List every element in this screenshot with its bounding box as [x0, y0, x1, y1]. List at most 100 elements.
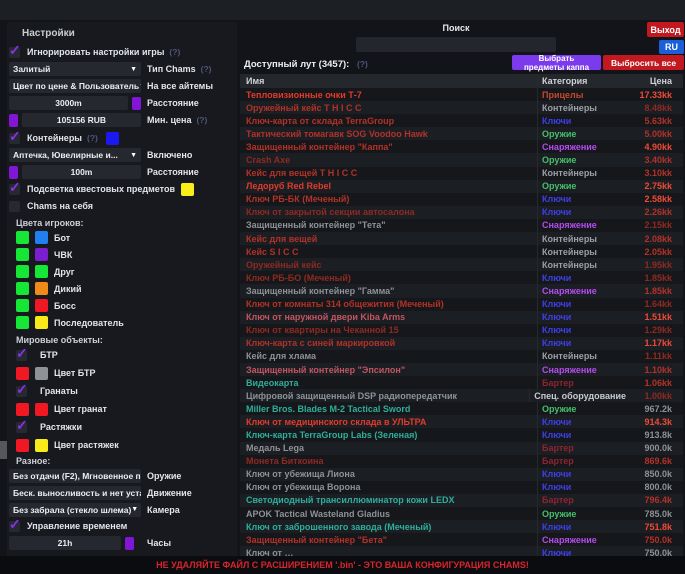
- loot-row[interactable]: Ледоруб Red RebelОружие2.75kk: [240, 180, 683, 193]
- loot-row[interactable]: Светодиодный трансиллюминатор кожи LEDXБ…: [240, 494, 683, 507]
- apply-mode-dropdown[interactable]: Цвет по цене & Пользователь▼: [9, 79, 141, 93]
- visible-color-swatch[interactable]: [16, 299, 29, 312]
- loot-row[interactable]: Crash AxeОружие3.40kk: [240, 153, 683, 166]
- container-distance-color-swatch[interactable]: [9, 166, 18, 179]
- distance-input[interactable]: 3000m: [9, 96, 128, 110]
- loot-row[interactable]: Тактический томагавк SOG Voodoo HawkОруж…: [240, 127, 683, 140]
- loot-row[interactable]: Медаль LegaБартер900.0k: [240, 442, 683, 455]
- loot-row[interactable]: Ключ-карта TerraGroup Labs (Зеленая)Ключ…: [240, 428, 683, 441]
- min-price-color-swatch[interactable]: [9, 114, 18, 127]
- world-color-swatch-2[interactable]: [35, 367, 48, 380]
- time-control-checkbox[interactable]: ✓: [9, 521, 20, 532]
- apply-mode-row: Цвет по цене & Пользователь▼ На все айте…: [9, 79, 235, 93]
- loot-row[interactable]: Miller Bros. Blades M-2 Tactical SwordОр…: [240, 402, 683, 415]
- column-header-category[interactable]: Категория: [537, 74, 626, 88]
- loot-row[interactable]: Ключ от квартиры на Чеканной 15Ключи1.29…: [240, 324, 683, 337]
- loot-row[interactable]: Тепловизионные очки Т-7Прицелы17.33kk: [240, 88, 683, 101]
- loot-row[interactable]: Ключ от закрытой секции автосалонаКлючи2…: [240, 206, 683, 219]
- ignore-game-settings-label: Игнорировать настройки игры: [27, 47, 164, 57]
- loot-row[interactable]: Оружейный кейсКонтейнеры1.95kk: [240, 258, 683, 271]
- check-icon: ✓: [16, 417, 28, 434]
- misc-dropdown-label: Движение: [147, 488, 192, 498]
- hours-color-swatch[interactable]: [125, 537, 134, 550]
- world-color-swatch-1[interactable]: [16, 367, 29, 380]
- loot-row[interactable]: Защищенный контейнер "Каппа"Снаряжение4.…: [240, 140, 683, 153]
- ignore-game-settings-checkbox[interactable]: ✓: [9, 47, 20, 58]
- visible-color-swatch[interactable]: [16, 282, 29, 295]
- world-color-swatch-2[interactable]: [35, 403, 48, 416]
- loot-item-price: 1.64kk: [626, 299, 683, 309]
- visible-color-swatch[interactable]: [16, 248, 29, 261]
- loot-row[interactable]: Защищенный контейнер "Бета"Снаряжение750…: [240, 533, 683, 546]
- loot-row[interactable]: Ключ от комнаты 314 общежития (Меченый)К…: [240, 298, 683, 311]
- visible-color-swatch[interactable]: [16, 316, 29, 329]
- exit-button[interactable]: Выход: [647, 22, 684, 37]
- loot-row[interactable]: Ключ от …Ключи750.0k: [240, 546, 683, 556]
- loot-row[interactable]: Оружейный кейс T H I C CКонтейнеры8.48kk: [240, 101, 683, 114]
- misc-dropdown[interactable]: Без забрала (стекло шлема)▼: [9, 503, 141, 517]
- world-object-checkbox[interactable]: ✓: [16, 422, 27, 433]
- loot-item-category: Прицелы: [537, 88, 626, 101]
- world-color-swatch-1[interactable]: [16, 403, 29, 416]
- search-input[interactable]: [356, 37, 556, 52]
- loot-row[interactable]: Ключ от убежища ЛионаКлючи850.0k: [240, 468, 683, 481]
- quest-items-checkbox[interactable]: ✓: [9, 184, 20, 195]
- chams-self-label: Chams на себя: [27, 201, 93, 211]
- world-color-swatch-2[interactable]: [35, 439, 48, 452]
- loot-row[interactable]: Монета БиткоинаБартер869.6k: [240, 455, 683, 468]
- visible-color-swatch[interactable]: [16, 231, 29, 244]
- loot-row[interactable]: Ключ РБ-БО (Меченый)Ключи1.85kk: [240, 271, 683, 284]
- world-object-checkbox[interactable]: ✓: [16, 386, 27, 397]
- loot-row[interactable]: Ключ-карта с синей маркировкойКлючи1.17k…: [240, 337, 683, 350]
- loot-row[interactable]: Ключ от убежища ВоронаКлючи800.0k: [240, 481, 683, 494]
- loot-row[interactable]: Защищенный контейнер "Тета"Снаряжение2.1…: [240, 219, 683, 232]
- world-color-swatch-1[interactable]: [16, 439, 29, 452]
- loot-row[interactable]: APOK Tactical Wasteland GladiusОружие785…: [240, 507, 683, 520]
- visible-color-swatch[interactable]: [16, 265, 29, 278]
- hidden-color-swatch[interactable]: [35, 248, 48, 261]
- column-header-name[interactable]: Имя: [240, 76, 537, 86]
- chams-self-checkbox[interactable]: ✓: [9, 201, 20, 212]
- quest-items-color-swatch[interactable]: [181, 183, 194, 196]
- loot-row[interactable]: Ключ РБ-БК (Меченый)Ключи2.58kk: [240, 193, 683, 206]
- loot-row[interactable]: Кейс для вещейКонтейнеры2.08kk: [240, 232, 683, 245]
- loot-row[interactable]: ВидеокартаБартер1.06kk: [240, 376, 683, 389]
- drop-all-button[interactable]: Выбросить все: [603, 55, 684, 70]
- min-price-input[interactable]: 105156 RUB: [22, 113, 141, 127]
- hours-input[interactable]: 21h: [9, 536, 121, 550]
- column-header-price[interactable]: Цена: [626, 76, 683, 86]
- misc-dropdown-ctrl: Беск. выносливость и нет уста▼: [9, 486, 141, 500]
- hidden-color-swatch[interactable]: [35, 231, 48, 244]
- misc-dropdown[interactable]: Беск. выносливость и нет уста▼: [9, 486, 141, 500]
- chams-type-dropdown[interactable]: Залитый▼: [9, 62, 141, 76]
- loot-row[interactable]: Кейс для хламаКонтейнеры1.11kk: [240, 350, 683, 363]
- loot-row[interactable]: Кейс S I C CКонтейнеры2.05kk: [240, 245, 683, 258]
- misc-dropdown-row: Беск. выносливость и нет уста▼ Движение: [9, 484, 235, 501]
- hidden-color-swatch[interactable]: [35, 265, 48, 278]
- container-types-label: Включено: [147, 150, 192, 160]
- loot-row[interactable]: Защищенный контейнер "Эпсилон"Снаряжение…: [240, 363, 683, 376]
- loot-item-price: 17.33kk: [626, 90, 683, 100]
- world-object-checkbox[interactable]: ✓: [16, 350, 27, 361]
- hidden-color-swatch[interactable]: [35, 299, 48, 312]
- loot-item-category: Контейнеры: [537, 101, 626, 114]
- distance-color-swatch[interactable]: [132, 97, 141, 110]
- loot-row[interactable]: Ключ от медицинского склада в УЛЬТРАКлюч…: [240, 415, 683, 428]
- containers-color-swatch[interactable]: [106, 132, 119, 145]
- loot-item-price: 913.8k: [626, 430, 683, 440]
- container-distance-input[interactable]: 100m: [22, 165, 141, 179]
- container-types-dropdown[interactable]: Аптечка, Ювелирные и...▼: [9, 148, 141, 162]
- hidden-color-swatch[interactable]: [35, 316, 48, 329]
- apply-mode-label: На все айтемы: [147, 81, 213, 91]
- containers-checkbox[interactable]: ✓: [9, 133, 20, 144]
- misc-dropdown[interactable]: Без отдачи (F2), Мгновенное п▼: [9, 469, 141, 483]
- loot-row[interactable]: Ключ от заброшенного завода (Меченый)Клю…: [240, 520, 683, 533]
- hidden-color-swatch[interactable]: [35, 282, 48, 295]
- loot-row[interactable]: Кейс для вещей T H I C CКонтейнеры3.10kk: [240, 167, 683, 180]
- select-kappa-items-button[interactable]: Выбрать предметы каппа: [512, 55, 601, 70]
- loot-row[interactable]: Цифровой защищенный DSP радиопередатчикС…: [240, 389, 683, 402]
- loot-row[interactable]: Ключ-карта от склада TerraGroupКлючи5.63…: [240, 114, 683, 127]
- loot-row[interactable]: Ключ от наружной двери Kiba ArmsКлючи1.5…: [240, 311, 683, 324]
- language-button[interactable]: RU: [659, 40, 684, 54]
- loot-row[interactable]: Защищенный контейнер "Гамма"Снаряжение1.…: [240, 284, 683, 297]
